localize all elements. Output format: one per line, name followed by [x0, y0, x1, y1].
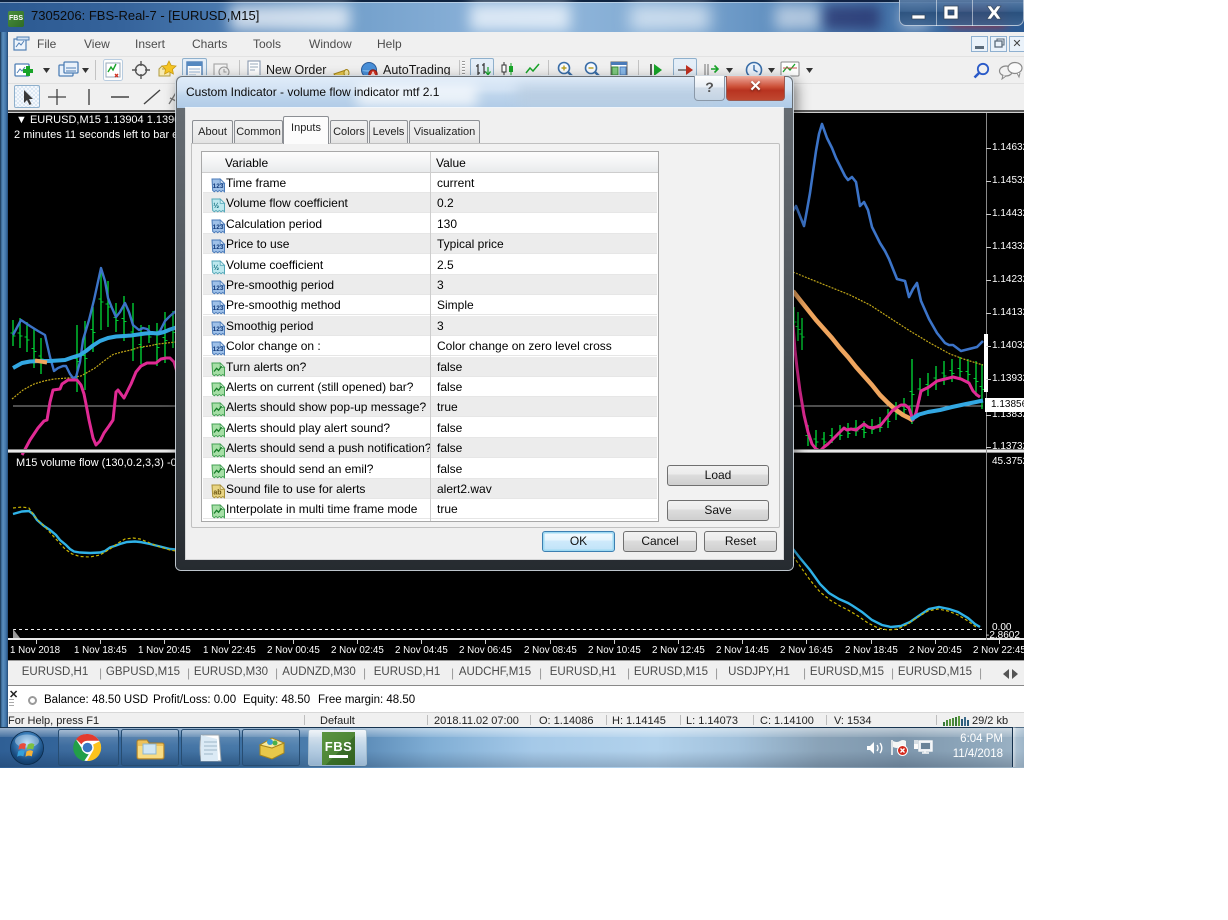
svg-text:½: ½ [213, 202, 219, 210]
svg-text:123: 123 [213, 346, 224, 353]
svg-text:123: 123 [213, 326, 224, 333]
svg-text:ab: ab [213, 490, 221, 497]
svg-text:123: 123 [213, 285, 224, 292]
svg-text:123: 123 [213, 224, 224, 231]
svg-text:123: 123 [213, 244, 224, 251]
svg-text:123: 123 [213, 183, 224, 190]
svg-text:123: 123 [213, 305, 224, 312]
svg-text:½: ½ [213, 264, 219, 272]
